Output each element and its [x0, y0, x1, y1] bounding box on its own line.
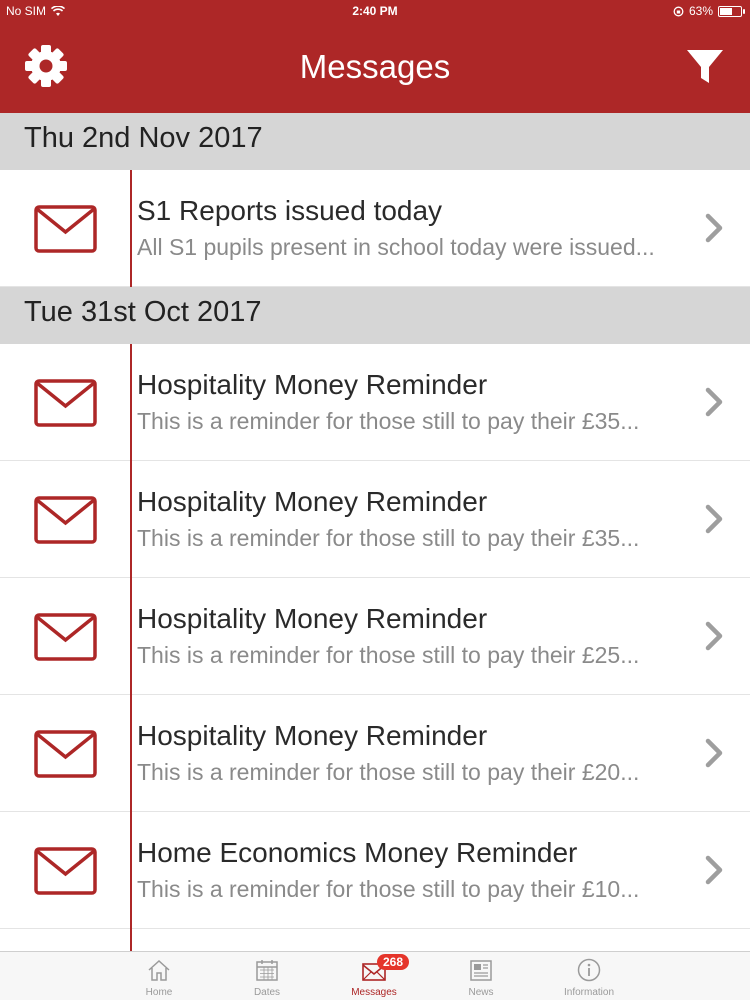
timeline-line [130, 113, 132, 951]
tab-dates[interactable]: Dates [222, 952, 312, 1000]
envelope-icon [34, 205, 97, 253]
home-icon [148, 959, 170, 981]
message-preview: This is a reminder for those still to pa… [137, 876, 640, 902]
envelope-icon [34, 730, 97, 778]
message-row[interactable]: Hospitality Money Reminder This is a rem… [0, 344, 750, 461]
message-row[interactable]: S1 Reports issued today All S1 pupils pr… [0, 170, 750, 287]
calendar-icon [256, 960, 278, 981]
message-list[interactable]: Thu 2nd Nov 2017 S1 Reports issued today… [0, 113, 750, 951]
tab-label: Home [145, 987, 173, 998]
info-icon [577, 958, 601, 982]
message-title: Hospitality Money Reminder [137, 603, 488, 634]
chevron-right-icon [705, 738, 723, 768]
envelope-icon [34, 847, 97, 895]
battery-percent: 63% [688, 4, 713, 18]
chevron-right-icon [705, 504, 723, 534]
message-preview: All S1 pupils present in school today we… [137, 234, 655, 260]
message-title: Hospitality Money Reminder [137, 369, 488, 400]
message-row[interactable]: Hospitality Money Reminder This is a rem… [0, 461, 750, 578]
message-preview: This is a reminder for those still to pa… [137, 642, 640, 668]
message-title: Hospitality Money Reminder [137, 720, 488, 751]
envelope-icon [34, 496, 97, 544]
message-row[interactable]: Hospitality Money Reminder This is a rem… [0, 695, 750, 812]
tab-label: Dates [253, 987, 281, 998]
tab-label: News [468, 987, 494, 998]
chevron-right-icon [705, 387, 723, 417]
section-header-date: Tue 31st Oct 2017 [0, 287, 750, 344]
message-title: Hospitality Money Reminder [137, 486, 488, 517]
newspaper-icon [470, 960, 492, 981]
message-title: Home Economics Money Reminder [137, 837, 578, 868]
chevron-right-icon [705, 621, 723, 651]
message-preview: This is a reminder for those still to pa… [137, 408, 640, 434]
unread-badge: 268 [377, 954, 410, 970]
page-title: Messages [299, 48, 451, 85]
tab-label: Information [563, 987, 615, 998]
tab-messages[interactable]: 268 Messages [329, 952, 419, 1000]
orientation-lock-icon [673, 6, 684, 16]
envelope-icon [34, 379, 97, 427]
tab-news[interactable]: News [436, 952, 526, 1000]
message-row[interactable]: Hospitality Money Reminder This is a rem… [0, 578, 750, 695]
tab-home[interactable]: Home [114, 952, 204, 1000]
message-row[interactable]: Home Economics Money Reminder This is a … [0, 812, 750, 929]
tab-bar: Home Dates 268 Messages News Information [0, 951, 750, 1000]
status-bar: No SIM 2:40 PM 63% [0, 0, 750, 22]
envelope-icon [34, 613, 97, 661]
battery-icon [718, 5, 745, 17]
message-preview: This is a reminder for those still to pa… [137, 525, 640, 551]
tab-label: Messages [351, 987, 397, 998]
message-preview: This is a reminder for those still to pa… [137, 759, 640, 785]
header: No SIM 2:40 PM 63% Messages [0, 0, 750, 113]
message-title: S1 Reports issued today [137, 195, 443, 226]
status-time: 2:40 PM [352, 4, 398, 18]
section-header-date: Thu 2nd Nov 2017 [0, 113, 750, 170]
chevron-right-icon [705, 213, 723, 243]
chevron-right-icon [705, 855, 723, 885]
tab-information[interactable]: Information [544, 952, 634, 1000]
filter-icon[interactable] [686, 48, 724, 86]
